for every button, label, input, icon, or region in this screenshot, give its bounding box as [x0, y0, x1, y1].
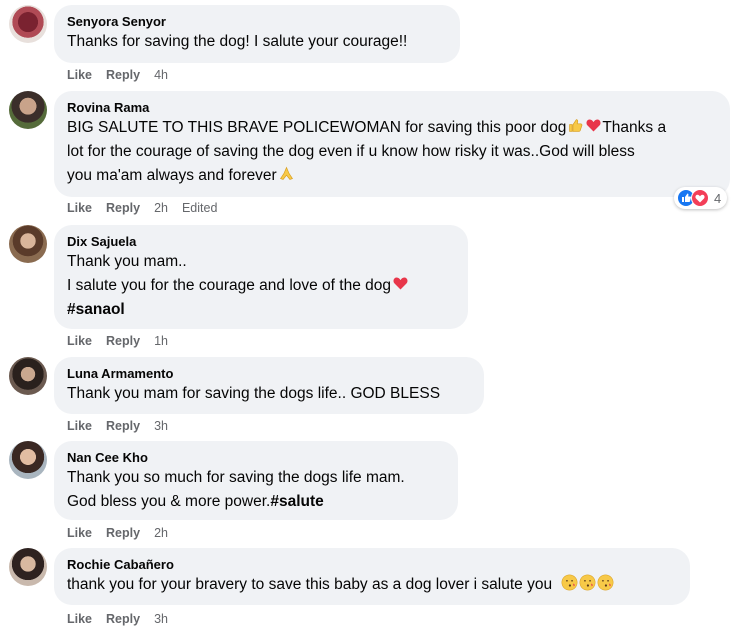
comment-line: thank you for your bravery to save this … [67, 576, 553, 593]
commenter-name[interactable]: Luna Armamento [67, 365, 472, 382]
like-button[interactable]: Like [67, 201, 92, 215]
commenter-name[interactable]: Nan Cee Kho [67, 449, 446, 466]
reply-button[interactable]: Reply [106, 68, 140, 82]
comment-line: lot for the courage of saving the dog ev… [67, 143, 635, 160]
comment-actions: Like Reply 4h [67, 67, 182, 83]
avatar[interactable] [9, 441, 47, 479]
avatar[interactable] [9, 548, 47, 586]
like-button[interactable]: Like [67, 526, 92, 540]
comment-actions: Like Reply 1h [67, 333, 182, 349]
comment-text: thank you for your bravery to save this … [67, 573, 678, 597]
kissing-face-emoji-icon [579, 574, 596, 591]
comment-text: Thank you mam.. I salute you for the cou… [67, 250, 456, 322]
praying-hands-emoji-icon [279, 166, 293, 180]
like-button[interactable]: Like [67, 334, 92, 348]
comment-actions: Like Reply 3h [67, 418, 182, 434]
comment-line: BIG SALUTE TO THIS BRAVE POLICEWOMAN for… [67, 119, 567, 136]
like-button[interactable]: Like [67, 612, 92, 626]
comment-bubble: Nan Cee Kho Thank you so much for saving… [54, 441, 458, 520]
love-reaction-icon [691, 189, 709, 207]
comment-bubble: Luna Armamento Thank you mam for saving … [54, 357, 484, 414]
comment-actions: Like Reply 2h Edited [67, 200, 217, 216]
like-button[interactable]: Like [67, 68, 92, 82]
comment-actions: Like Reply 3h [67, 611, 182, 627]
comment-bubble: Senyora Senyor Thanks for saving the dog… [54, 5, 460, 63]
reply-button[interactable]: Reply [106, 419, 140, 433]
avatar[interactable] [9, 5, 47, 43]
reaction-summary[interactable]: 4 [674, 187, 728, 209]
timestamp[interactable]: 2h [154, 526, 168, 540]
reply-button[interactable]: Reply [106, 201, 140, 215]
reaction-count: 4 [714, 190, 722, 206]
reply-button[interactable]: Reply [106, 612, 140, 626]
comment-text: Thank you mam for saving the dogs life..… [67, 382, 472, 406]
comment-bubble: Dix Sajuela Thank you mam.. I salute you… [54, 225, 468, 329]
avatar[interactable] [9, 357, 47, 395]
timestamp[interactable]: 3h [154, 419, 168, 433]
avatar[interactable] [9, 91, 47, 129]
comment-line: you ma'am always and forever [67, 167, 277, 184]
comment-line: I salute you for the courage and love of… [67, 277, 392, 294]
reply-button[interactable]: Reply [106, 526, 140, 540]
timestamp[interactable]: 2h [154, 201, 168, 215]
comment-line: Thanks a [602, 119, 667, 136]
timestamp[interactable]: 4h [154, 68, 168, 82]
reply-button[interactable]: Reply [106, 334, 140, 348]
comment-text: BIG SALUTE TO THIS BRAVE POLICEWOMAN for… [67, 116, 718, 188]
commenter-name[interactable]: Dix Sajuela [67, 233, 456, 250]
edited-label[interactable]: Edited [182, 201, 217, 215]
comment-actions: Like Reply 2h [67, 525, 182, 541]
comment-line: Thank you mam for saving the dogs life..… [67, 385, 441, 402]
comment-line: Thanks for saving the dog! I salute your… [67, 33, 408, 50]
thumbs-up-emoji-icon [569, 119, 583, 132]
timestamp[interactable]: 3h [154, 612, 168, 626]
hashtag-link[interactable]: #sanaol [67, 298, 456, 322]
comment-line: God bless you & more power. [67, 493, 271, 510]
heart-emoji-icon [586, 119, 601, 132]
comment-bubble: Rochie Cabañero thank you for your brave… [54, 548, 690, 605]
commenter-name[interactable]: Rochie Cabañero [67, 556, 678, 573]
comment-line: Thank you so much for saving the dogs li… [67, 469, 405, 486]
kissing-face-emoji-icon [561, 574, 578, 591]
comment-text: Thanks for saving the dog! I salute your… [67, 30, 448, 54]
heart-emoji-icon [393, 277, 408, 290]
comment-text: Thank you so much for saving the dogs li… [67, 466, 446, 514]
timestamp[interactable]: 1h [154, 334, 168, 348]
kissing-face-emoji-icon [597, 574, 614, 591]
commenter-name[interactable]: Senyora Senyor [67, 13, 448, 30]
comment-line: Thank you mam.. [67, 253, 187, 270]
hashtag-link[interactable]: #salute [270, 493, 323, 510]
avatar[interactable] [9, 225, 47, 263]
comment-bubble: Rovina Rama BIG SALUTE TO THIS BRAVE POL… [54, 91, 730, 197]
commenter-name[interactable]: Rovina Rama [67, 99, 718, 116]
like-button[interactable]: Like [67, 419, 92, 433]
